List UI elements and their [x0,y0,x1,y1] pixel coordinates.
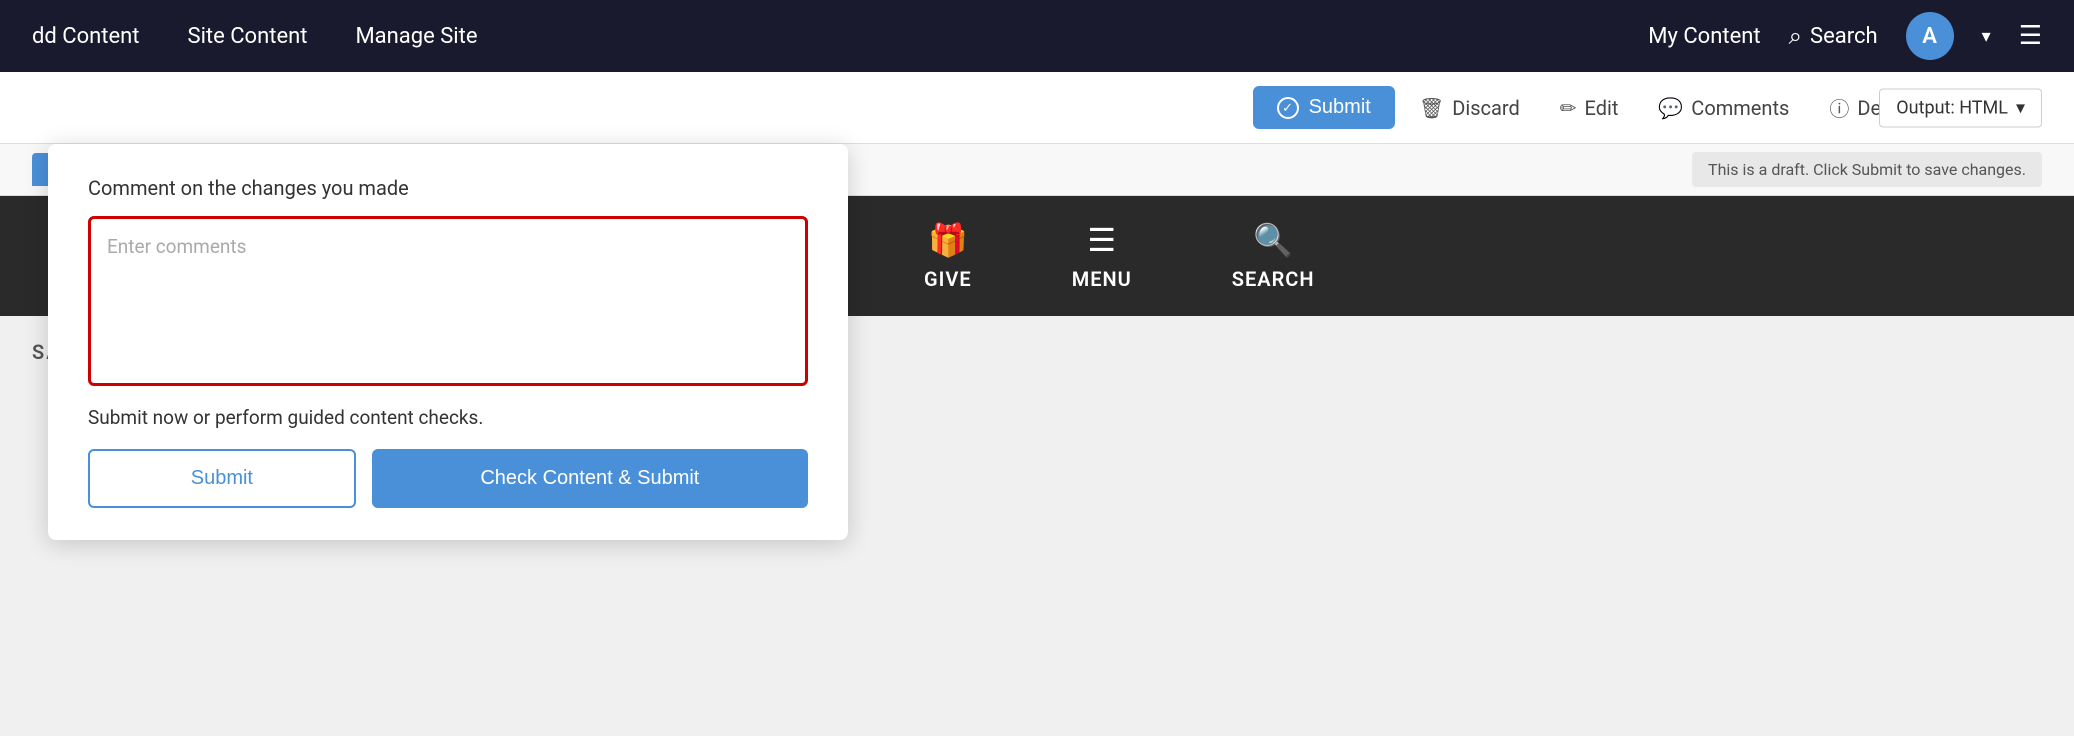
check-content-submit-button[interactable]: Check Content & Submit [372,449,808,508]
comments-label: Comments [1691,96,1789,120]
discard-action[interactable]: 🗑 Discard [1403,88,1536,128]
submit-button[interactable]: Submit [88,449,356,508]
comments-action[interactable]: 💬 Comments [1642,88,1805,128]
my-content-link[interactable]: My Content [1648,24,1760,49]
chevron-down-icon[interactable]: ▾ [1982,26,1991,47]
edit-action[interactable]: ✏ Edit [1544,88,1635,128]
search-label: Search [1810,24,1878,49]
draft-notice: This is a draft. Click Submit to save ch… [1692,152,2042,187]
avatar[interactable]: A [1906,12,1954,60]
toolbar: ✓ Submit 🗑 Discard ✏ Edit 💬 Comments ⓘ D… [0,72,2074,144]
comment-textarea[interactable] [91,219,805,379]
submit-guidance: Submit now or perform guided content che… [88,406,808,429]
submit-modal: Comment on the changes you made Submit n… [48,144,848,540]
modal-buttons: Submit Check Content & Submit [88,449,808,508]
search-action[interactable]: 🔍 SEARCH [1232,221,1315,291]
output-dropdown[interactable]: Output: HTML ▾ [1879,88,2042,127]
comment-label: Comment on the changes you made [88,176,808,200]
search-nav-item[interactable]: ⌕ Search [1789,22,1878,50]
comments-icon: 💬 [1658,96,1683,120]
trash-icon: 🗑 [1419,96,1444,120]
nav-site-content[interactable]: Site Content [188,24,308,49]
nav-add-content[interactable]: dd Content [32,24,140,49]
nav-manage-site[interactable]: Manage Site [355,24,477,49]
menu-action[interactable]: ☰ MENU [1072,221,1132,291]
submit-toolbar-label: Submit [1309,96,1371,119]
give-action[interactable]: 🎁 GIVE [924,221,972,291]
nav-links-left: dd Content Site Content Manage Site [32,24,478,49]
discard-label: Discard [1452,96,1520,120]
gift-icon: 🎁 [928,221,968,259]
output-label: Output: HTML [1896,97,2008,118]
search-icon: ⌕ [1789,22,1802,50]
menu-label: MENU [1072,267,1132,291]
dropdown-chevron-icon: ▾ [2016,97,2025,118]
comment-textarea-wrapper [88,216,808,386]
give-label: GIVE [924,267,972,291]
edit-label: Edit [1585,96,1619,120]
info-icon: ⓘ [1829,93,1849,122]
check-icon: ✓ [1277,97,1299,119]
edit-icon: ✏ [1560,96,1577,120]
search-bar-icon: 🔍 [1253,221,1293,259]
menu-icon: ☰ [1087,221,1116,259]
top-navigation: dd Content Site Content Manage Site My C… [0,0,2074,72]
nav-links-right: My Content ⌕ Search A ▾ ☰ [1648,12,2042,60]
submit-toolbar-button[interactable]: ✓ Submit [1253,86,1395,129]
search-bar-label: SEARCH [1232,267,1315,291]
hamburger-icon[interactable]: ☰ [2019,21,2042,51]
